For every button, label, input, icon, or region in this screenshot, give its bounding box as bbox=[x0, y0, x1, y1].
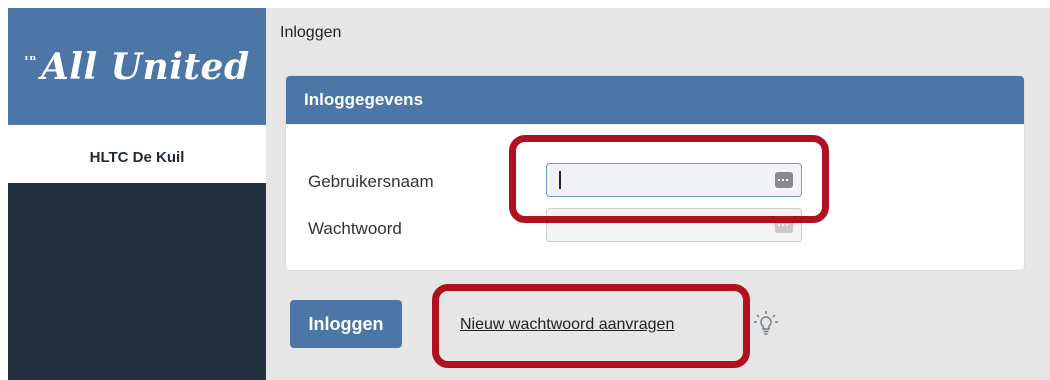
panel-title: Inloggegevens bbox=[286, 76, 1024, 124]
page-title: Inloggen bbox=[280, 24, 342, 41]
main-content: Inloggen Inloggegevens Gebruikersnaam Wa… bbox=[266, 8, 1050, 380]
username-label: Gebruikersnaam bbox=[308, 172, 434, 191]
club-name[interactable]: HLTC De Kuil bbox=[8, 125, 266, 183]
logo-text: All United bbox=[40, 45, 250, 88]
sidebar: ᶦⁿ All United HLTC De Kuil bbox=[8, 8, 266, 380]
lightbulb-icon[interactable] bbox=[754, 310, 778, 336]
highlight-username-box bbox=[509, 135, 829, 223]
password-label: Wachtwoord bbox=[308, 219, 402, 238]
logo[interactable]: ᶦⁿ All United bbox=[8, 8, 266, 125]
logo-mark: ᶦⁿ bbox=[24, 52, 37, 69]
highlight-forgot-link-box bbox=[432, 284, 750, 368]
login-button[interactable]: Inloggen bbox=[290, 300, 402, 348]
